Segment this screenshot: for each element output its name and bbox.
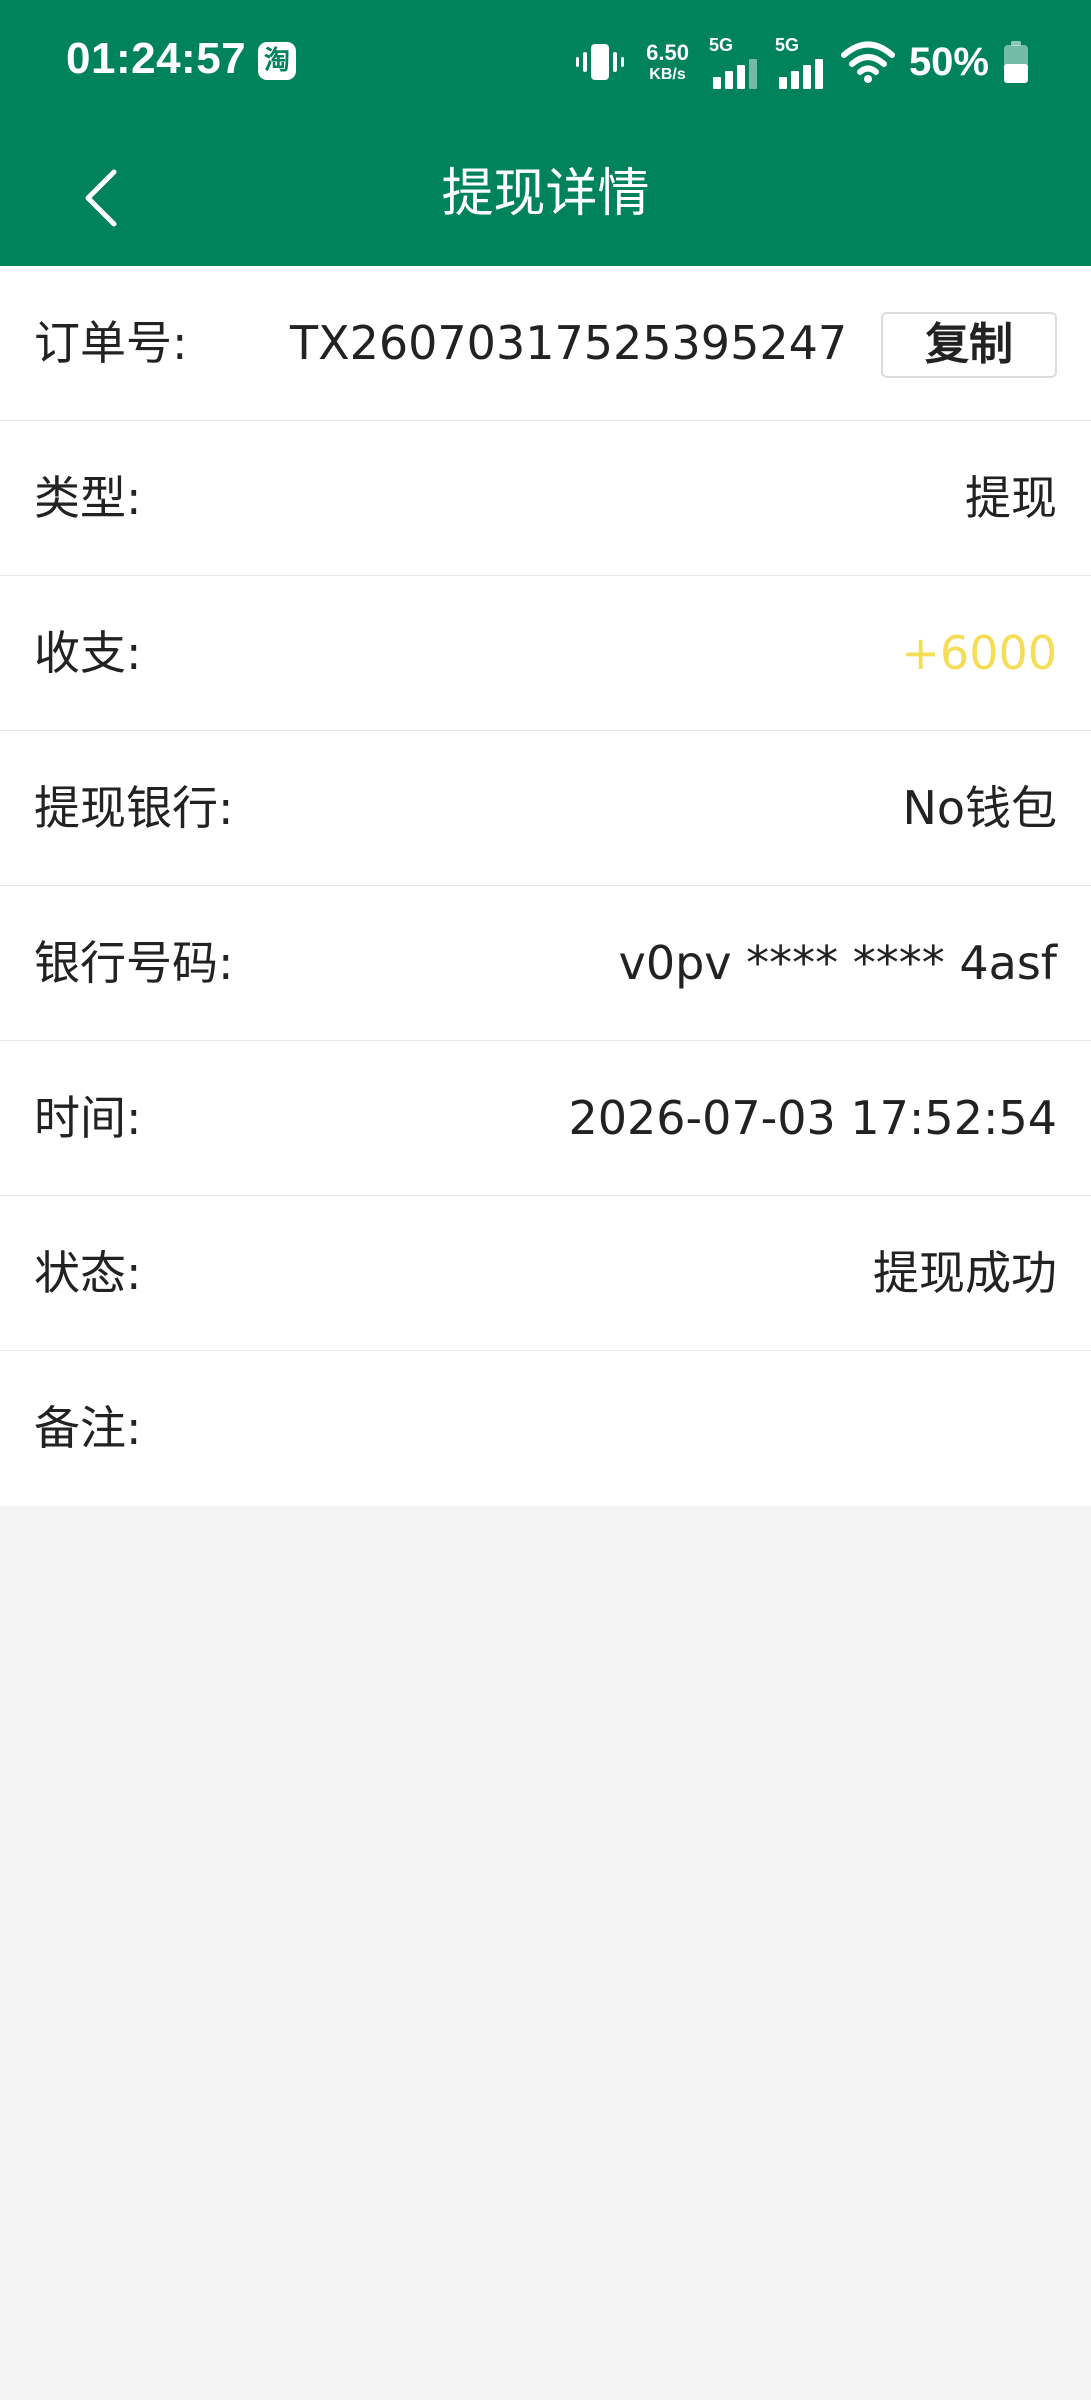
detail-row-account: 银行号码: v0pv **** **** 4asf xyxy=(0,886,1091,1041)
signal-icon xyxy=(778,59,823,89)
type-value: 提现 xyxy=(965,471,1057,525)
amount-value: +6000 xyxy=(901,626,1057,680)
sim2-network-label: 5G xyxy=(774,35,799,55)
detail-row-remark: 备注: xyxy=(0,1351,1091,1506)
signal-sim1: 5G xyxy=(709,35,761,89)
battery-percent: 50% xyxy=(908,39,989,84)
network-speed: 6.50 KB/s xyxy=(646,39,689,83)
copy-button[interactable]: 复制 xyxy=(881,312,1057,378)
signal-sim2: 5G xyxy=(775,35,827,89)
network-speed-unit: KB/s xyxy=(649,65,686,83)
status-value: 提现成功 xyxy=(873,1246,1057,1300)
header-bar: 提现详情 xyxy=(0,122,1091,266)
status-bar: 01:24:57 淘 6.50 KB/s 5G 5G 50% xyxy=(0,0,1091,122)
remark-label: 备注: xyxy=(34,1401,142,1455)
status-indicators: 6.50 KB/s 5G 5G 50% xyxy=(574,30,1029,94)
time-value: 2026-07-03 17:52:54 xyxy=(568,1091,1057,1145)
amount-label: 收支: xyxy=(34,626,142,680)
detail-row-time: 时间: 2026-07-03 17:52:54 xyxy=(0,1041,1091,1196)
account-number-value: v0pv **** **** 4asf xyxy=(618,936,1057,990)
status-label: 状态: xyxy=(34,1246,142,1300)
detail-row-amount: 收支: +6000 xyxy=(0,576,1091,731)
order-number-value: TX26070317525395247 xyxy=(290,316,848,370)
network-speed-value: 6.50 xyxy=(646,39,689,65)
page-title: 提现详情 xyxy=(441,164,650,224)
vibrate-icon xyxy=(576,44,625,80)
account-number-label: 银行号码: xyxy=(34,936,234,990)
detail-row-order: 订单号: TX26070317525395247 复制 xyxy=(0,266,1091,421)
taobao-app-icon: 淘 xyxy=(258,42,296,80)
detail-row-status: 状态: 提现成功 xyxy=(0,1196,1091,1351)
signal-icon xyxy=(712,59,757,89)
status-time: 01:24:57 xyxy=(66,34,247,83)
bank-label: 提现银行: xyxy=(34,781,234,835)
detail-row-type: 类型: 提现 xyxy=(0,421,1091,576)
time-label: 时间: xyxy=(34,1091,142,1145)
battery-icon xyxy=(1004,41,1028,83)
wifi-icon xyxy=(840,41,895,83)
order-number-label: 订单号: xyxy=(34,316,188,370)
bank-value: No钱包 xyxy=(902,781,1057,835)
sim1-network-label: 5G xyxy=(708,35,733,55)
withdraw-detail-list: 订单号: TX26070317525395247 复制 类型: 提现 收支: +… xyxy=(0,266,1091,1506)
detail-row-bank: 提现银行: No钱包 xyxy=(0,731,1091,886)
type-label: 类型: xyxy=(34,471,142,525)
